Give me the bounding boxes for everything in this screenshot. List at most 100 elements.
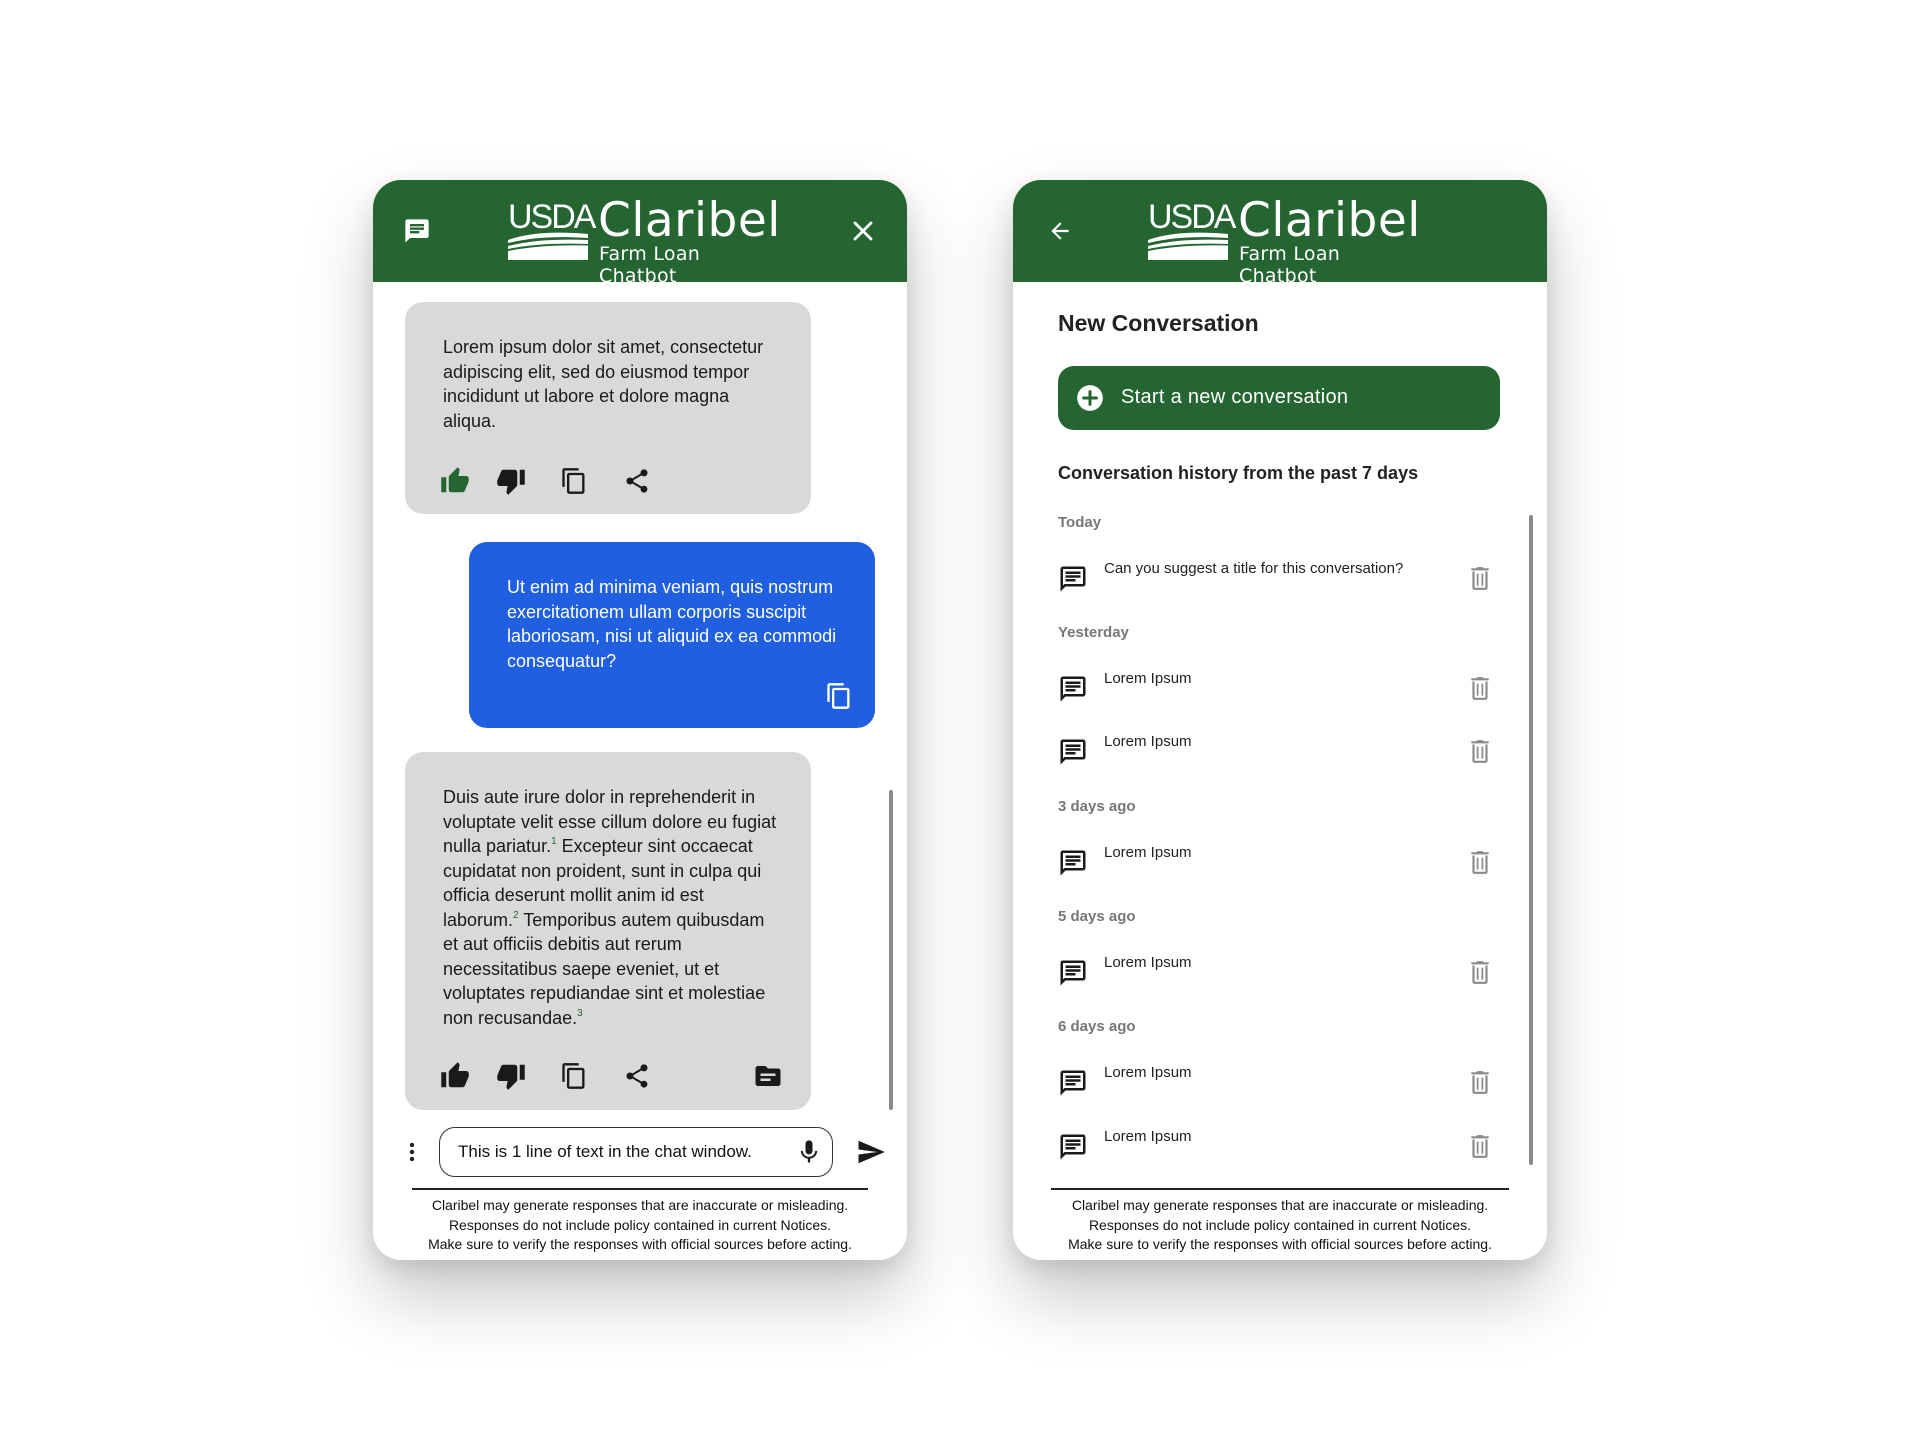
usda-logo: USDA <box>1148 198 1236 260</box>
delete-conversation-button[interactable] <box>1464 560 1496 596</box>
conversation-item[interactable]: Lorem Ipsum <box>1058 1062 1500 1106</box>
disclaimer-divider <box>412 1188 868 1190</box>
user-message: Ut enim ad minima veniam, quis nostrum e… <box>469 542 875 728</box>
conversation-item[interactable]: Lorem Ipsum <box>1058 952 1500 996</box>
share-icon <box>626 469 648 493</box>
start-new-conversation-label: Start a new conversation <box>1121 386 1349 408</box>
conversation-item[interactable]: Can you suggest a title for this convers… <box>1058 558 1500 602</box>
user-message-text: Ut enim ad minima veniam, quis nostrum e… <box>507 577 837 671</box>
disclaimer-line: Make sure to verify the responses with o… <box>1068 1236 1492 1252</box>
disclaimer-divider <box>1051 1188 1509 1190</box>
thumbs-up-button[interactable] <box>435 1056 475 1096</box>
chat-header: USDA Claribel Farm Loan Chatbot <box>373 180 907 287</box>
conversation-item[interactable]: Lorem Ipsum <box>1058 842 1500 886</box>
share-button[interactable] <box>617 1056 657 1096</box>
more-options-button[interactable] <box>392 1132 432 1172</box>
thumbs-down-button[interactable] <box>491 461 531 501</box>
bot-message-text: Duis aute irure dolor in reprehenderit i… <box>443 785 783 1030</box>
bot-message-text: Lorem ipsum dolor sit amet, consectetur … <box>443 337 764 431</box>
conversation-item[interactable]: Lorem Ipsum <box>1058 1126 1500 1170</box>
delete-conversation-button[interactable] <box>1464 733 1496 769</box>
copy-button[interactable] <box>819 676 859 716</box>
brand-title: Claribel <box>598 193 781 248</box>
conversation-title: Lorem Ipsum <box>1104 844 1192 861</box>
chat-input[interactable] <box>439 1127 833 1177</box>
microphone-button[interactable] <box>789 1132 829 1172</box>
citation-marker[interactable]: 3 <box>577 1008 583 1019</box>
sources-button[interactable] <box>748 1056 788 1096</box>
add-circle-icon <box>1077 385 1103 411</box>
copy-button[interactable] <box>554 461 594 501</box>
share-icon <box>626 1064 648 1088</box>
usda-logo: USDA <box>508 198 596 260</box>
history-panel: USDA Claribel Farm Loan Chatbot New Conv… <box>1013 180 1547 1260</box>
disclaimer: Claribel may generate responses that are… <box>373 1196 907 1255</box>
brand-logo: USDA Claribel Farm Loan Chatbot <box>508 193 781 287</box>
bot-message: Lorem ipsum dolor sit amet, consectetur … <box>405 302 811 514</box>
delete-conversation-button[interactable] <box>1464 1128 1496 1164</box>
history-header: USDA Claribel Farm Loan Chatbot <box>1013 180 1547 287</box>
conversation-title: Lorem Ipsum <box>1104 1064 1192 1081</box>
brand-subtitle: Farm Loan Chatbot <box>1239 243 1341 287</box>
bot-message: Duis aute irure dolor in reprehenderit i… <box>405 752 811 1110</box>
trash-icon <box>1471 961 1489 984</box>
brand-subtitle: Farm Loan Chatbot <box>599 243 701 287</box>
usda-field-icon <box>508 232 588 260</box>
history-scrollbar[interactable] <box>1529 515 1533 1165</box>
thumbs-down-icon <box>497 469 525 495</box>
chat-scrollbar[interactable] <box>889 790 893 1110</box>
delete-conversation-button[interactable] <box>1464 670 1496 706</box>
chat-panel: USDA Claribel Farm Loan Chatbot Lorem ip… <box>373 180 907 1260</box>
conversation-item[interactable]: Lorem Ipsum <box>1058 668 1500 712</box>
copy-button[interactable] <box>554 1056 594 1096</box>
conversation-icon <box>1060 676 1086 702</box>
group-label-5-days-ago: 5 days ago <box>1058 908 1136 925</box>
send-icon <box>858 1140 885 1164</box>
thumbs-up-icon <box>441 467 469 493</box>
conversation-title: Lorem Ipsum <box>1104 670 1192 687</box>
conversation-item[interactable]: Lorem Ipsum <box>1058 731 1500 775</box>
brand-title: Claribel <box>1238 193 1421 248</box>
close-button[interactable] <box>837 205 889 257</box>
copy-icon <box>827 683 850 709</box>
brand-logo: USDA Claribel Farm Loan Chatbot <box>1148 193 1421 287</box>
history-heading: Conversation history from the past 7 day… <box>1058 463 1419 483</box>
conversation-title: Lorem Ipsum <box>1104 733 1192 750</box>
more-vertical-icon <box>409 1142 415 1162</box>
back-button[interactable] <box>1034 205 1086 257</box>
sources-icon <box>755 1066 781 1086</box>
conversation-icon <box>1060 566 1086 592</box>
microphone-icon <box>800 1140 818 1163</box>
conversation-icon <box>1060 960 1086 986</box>
delete-conversation-button[interactable] <box>1464 1064 1496 1100</box>
disclaimer-line: Responses do not include policy containe… <box>1088 1216 1472 1233</box>
back-arrow-icon <box>1051 222 1069 240</box>
share-button[interactable] <box>617 461 657 501</box>
conversation-title: Lorem Ipsum <box>1104 1128 1192 1145</box>
delete-conversation-button[interactable] <box>1464 954 1496 990</box>
delete-conversation-button[interactable] <box>1464 844 1496 880</box>
group-label-today: Today <box>1058 514 1102 531</box>
conversation-title: Lorem Ipsum <box>1104 954 1192 971</box>
disclaimer-line: Claribel may generate responses that are… <box>1071 1197 1489 1213</box>
start-new-conversation-button[interactable]: Start a new conversation <box>1058 366 1500 430</box>
copy-icon <box>562 1063 585 1089</box>
conversation-icon <box>1060 850 1086 876</box>
thumbs-up-icon <box>441 1062 469 1088</box>
thumbs-down-button[interactable] <box>491 1056 531 1096</box>
conversation-icon <box>1060 739 1086 765</box>
group-label-3-days-ago: 3 days ago <box>1058 798 1136 815</box>
trash-icon <box>1471 1135 1489 1158</box>
chat-history-button[interactable] <box>391 205 443 257</box>
trash-icon <box>1471 1071 1489 1094</box>
conversation-icon <box>1060 1070 1086 1096</box>
trash-icon <box>1471 740 1489 763</box>
send-button[interactable] <box>851 1132 891 1172</box>
section-title: New Conversation <box>1058 310 1259 336</box>
close-icon <box>853 221 873 241</box>
trash-icon <box>1471 677 1489 700</box>
disclaimer: Claribel may generate responses that are… <box>1013 1196 1547 1255</box>
thumbs-up-button[interactable] <box>435 461 475 501</box>
conversation-title: Can you suggest a title for this convers… <box>1104 560 1404 577</box>
group-label-yesterday: Yesterday <box>1058 624 1129 641</box>
